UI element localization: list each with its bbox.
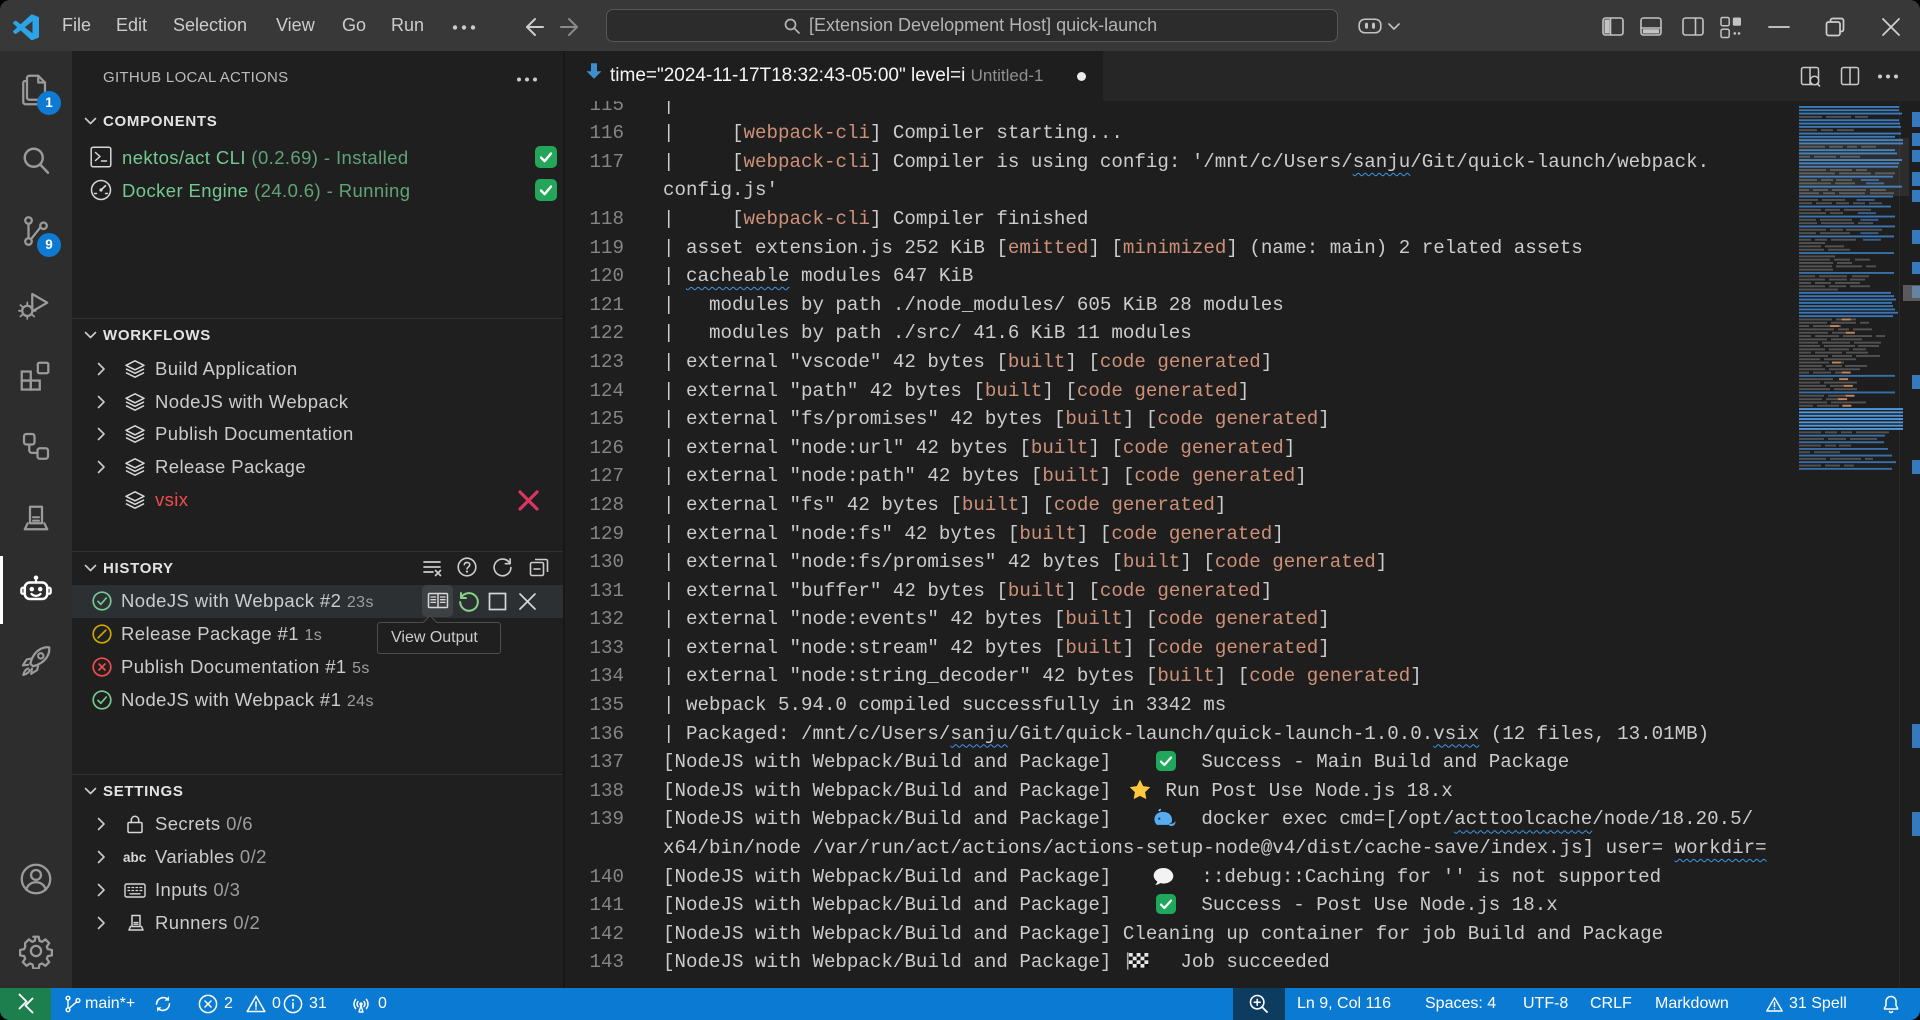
svg-text:abc: abc <box>123 850 147 865</box>
